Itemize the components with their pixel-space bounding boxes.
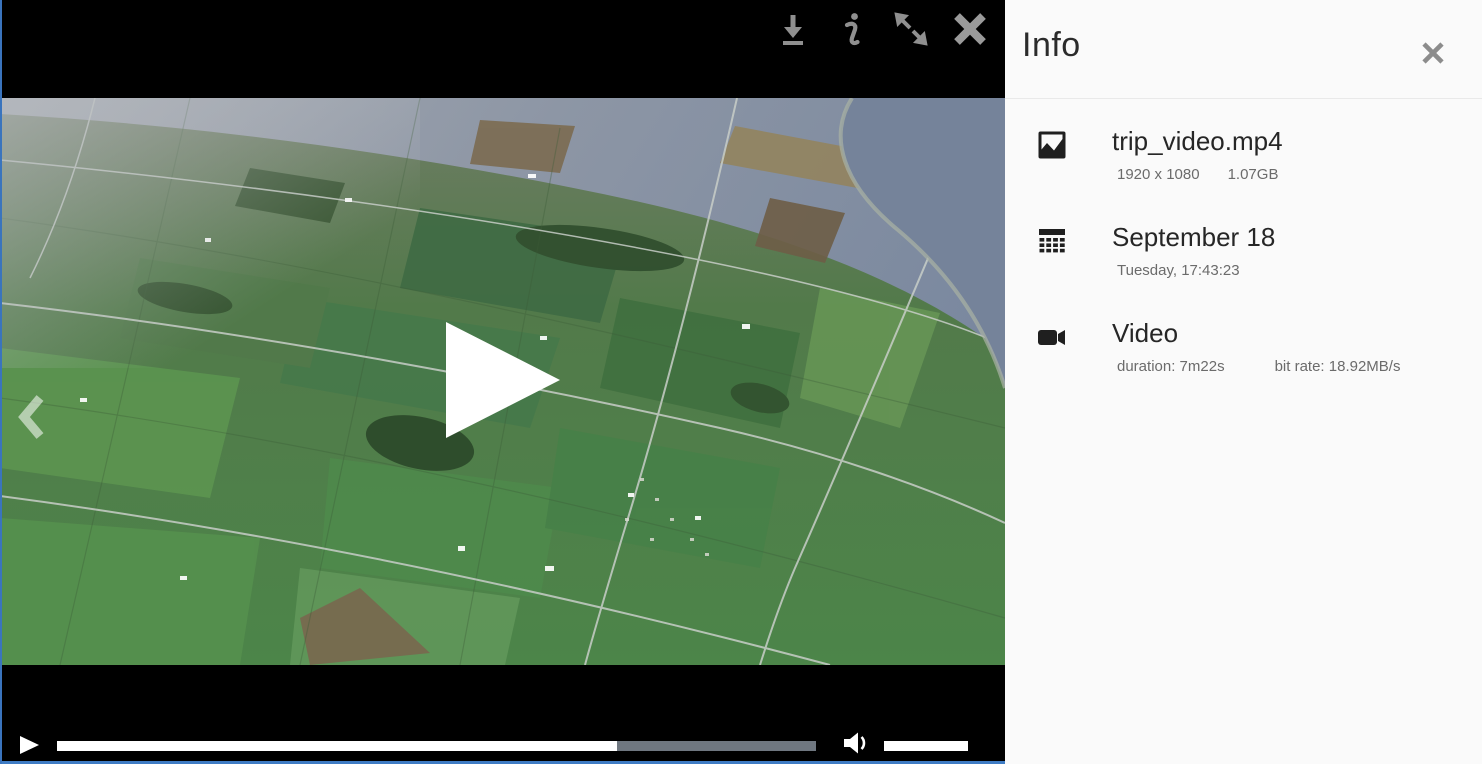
- date-taken: September 18: [1112, 220, 1275, 254]
- previous-chevron-icon[interactable]: [18, 394, 46, 440]
- info-row-file: trip_video.mp4 1920 x 1080 1.07GB: [1037, 124, 1283, 183]
- info-panel-title: Info: [1022, 26, 1081, 65]
- info-panel: Info trip_video.mp4 1920 x 1080 1.07GB: [1005, 0, 1482, 764]
- close-button[interactable]: [949, 7, 991, 51]
- info-row-text: September 18 Tuesday, 17:43:23: [1112, 220, 1275, 279]
- toolbar-icon-group: [772, 7, 991, 51]
- info-panel-header: Info: [1005, 0, 1482, 99]
- volume-icon[interactable]: [842, 731, 870, 755]
- info-icon: [841, 10, 863, 48]
- seek-bar-remaining: [617, 741, 816, 751]
- info-row-video: Video duration: 7m22s bit rate: 18.92MB/…: [1037, 316, 1400, 375]
- video-bitrate: bit rate: 18.92MB/s: [1275, 358, 1401, 375]
- fullscreen-icon: [892, 10, 930, 48]
- volume-slider[interactable]: [884, 741, 968, 751]
- info-row-date: September 18 Tuesday, 17:43:23: [1037, 220, 1275, 279]
- video-duration: duration: 7m22s: [1117, 358, 1225, 375]
- volume-slider-fill: [884, 741, 968, 751]
- file-dimensions: 1920 x 1080: [1117, 166, 1200, 183]
- info-row-text: Video duration: 7m22s bit rate: 18.92MB/…: [1112, 316, 1400, 375]
- date-meta: Tuesday, 17:43:23: [1112, 262, 1275, 279]
- video-meta: duration: 7m22s bit rate: 18.92MB/s: [1112, 358, 1400, 375]
- play-icon[interactable]: [20, 736, 39, 754]
- file-name: trip_video.mp4: [1112, 124, 1283, 158]
- close-icon: [950, 9, 990, 49]
- play-overlay-icon[interactable]: [446, 322, 560, 438]
- date-time: Tuesday, 17:43:23: [1117, 262, 1240, 279]
- info-button[interactable]: [831, 7, 873, 51]
- photo-icon: [1037, 130, 1067, 160]
- calendar-icon: [1037, 226, 1067, 256]
- file-size: 1.07GB: [1228, 166, 1279, 183]
- player-control-bar: [0, 665, 1005, 764]
- player-top-bar: [0, 0, 1005, 98]
- download-button[interactable]: [772, 7, 814, 51]
- file-meta: 1920 x 1080 1.07GB: [1112, 166, 1283, 183]
- video-label: Video: [1112, 316, 1400, 350]
- close-icon[interactable]: [1420, 40, 1446, 66]
- info-row-text: trip_video.mp4 1920 x 1080 1.07GB: [1112, 124, 1283, 183]
- download-icon: [776, 10, 810, 48]
- fullscreen-button[interactable]: [890, 7, 932, 51]
- seek-bar[interactable]: [57, 741, 816, 751]
- video-player: [0, 0, 1005, 764]
- video-icon: [1037, 322, 1067, 352]
- seek-bar-played: [57, 741, 617, 751]
